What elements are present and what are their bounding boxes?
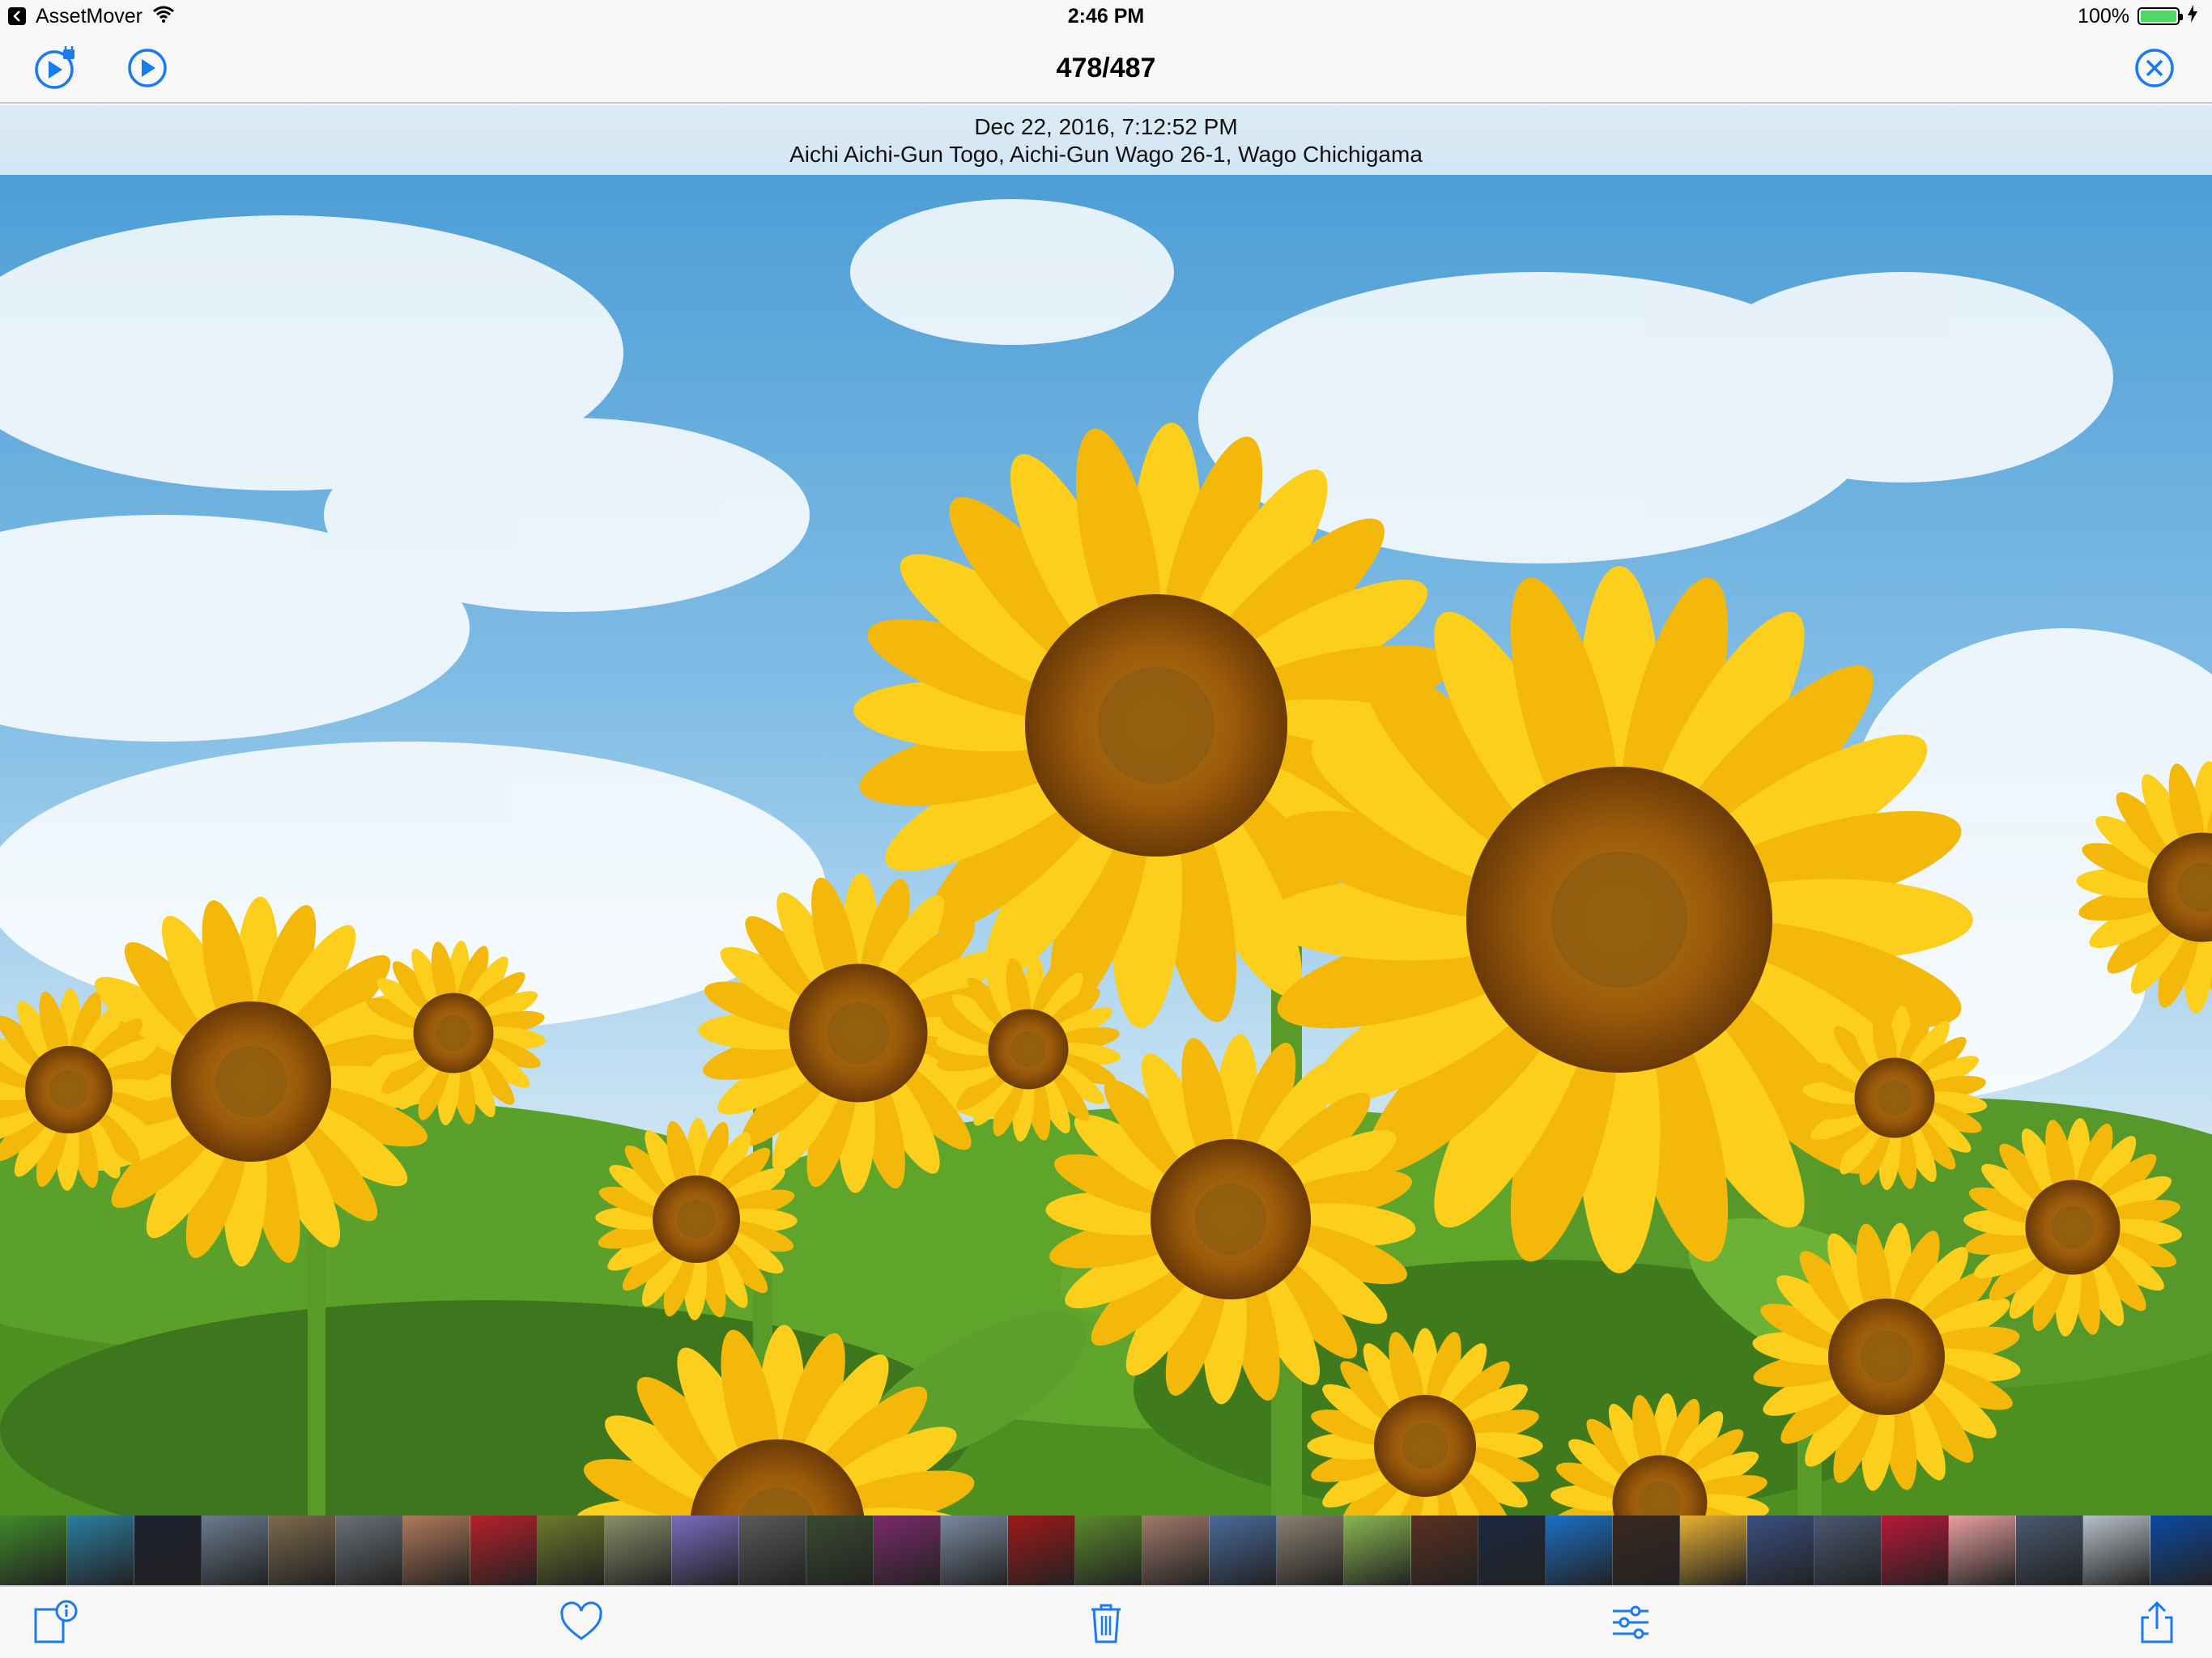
back-to-app-icon[interactable] [8, 7, 26, 25]
close-icon [2135, 49, 2174, 87]
status-time: 2:46 PM [1067, 5, 1145, 28]
sunflower [595, 1118, 798, 1320]
status-left: AssetMover [8, 0, 175, 32]
back-app-name[interactable]: AssetMover [36, 0, 143, 32]
thumbnail[interactable] [1478, 1516, 1546, 1585]
photo-illustration [0, 199, 2212, 1516]
thumbnail[interactable] [1546, 1516, 1613, 1585]
wifi-icon [152, 0, 175, 32]
thumbnail[interactable] [1814, 1516, 1882, 1585]
thumbnail[interactable] [269, 1516, 336, 1585]
status-right: 100% [2078, 0, 2197, 32]
trash-icon [1091, 1604, 1121, 1643]
navigation-bar: 478/487 [0, 32, 2212, 104]
thumbnail[interactable] [1008, 1516, 1075, 1585]
thumbnail[interactable] [538, 1516, 605, 1585]
thumbnail[interactable] [1613, 1516, 1680, 1585]
thumbnail[interactable] [470, 1516, 538, 1585]
thumbnail[interactable] [1747, 1516, 1814, 1585]
thumbnail[interactable] [739, 1516, 806, 1585]
thumbnail[interactable] [67, 1516, 134, 1585]
battery-fill [2141, 11, 2176, 22]
thumbnail[interactable] [2150, 1516, 2212, 1585]
thumbnail[interactable] [1411, 1516, 1478, 1585]
thumbnail[interactable] [941, 1516, 1008, 1585]
thumbnail[interactable] [806, 1516, 874, 1585]
battery-icon [2138, 7, 2183, 25]
charging-icon [2188, 0, 2197, 32]
photo-viewer-screen: AssetMover 2:46 PM 100% 478/487 Dec 22, … [0, 0, 2212, 1658]
thumbnail[interactable] [2016, 1516, 2083, 1585]
photo-date: Dec 22, 2016, 7:12:52 PM [974, 114, 1238, 139]
thumbnail[interactable] [1075, 1516, 1142, 1585]
thumbnail[interactable] [1680, 1516, 1747, 1585]
thumbnail[interactable] [336, 1516, 403, 1585]
info-icon [34, 1600, 78, 1643]
info-button[interactable] [31, 1598, 79, 1647]
thumbnail[interactable] [2083, 1516, 2150, 1585]
thumbnail[interactable] [1344, 1516, 1411, 1585]
thumbnail-strip[interactable] [0, 1516, 2212, 1585]
photo-location: Aichi Aichi-Gun Togo, Aichi-Gun Wago 26-… [789, 142, 1423, 167]
page-counter-title: 478/487 [1056, 53, 1156, 83]
battery-percent: 100% [2078, 5, 2129, 28]
sunflower-field-photo[interactable] [0, 175, 2212, 1516]
thumbnail[interactable] [605, 1516, 672, 1585]
thumbnail[interactable] [1210, 1516, 1277, 1585]
thumbnail[interactable] [134, 1516, 202, 1585]
close-button[interactable] [2133, 46, 2176, 90]
thumbnail[interactable] [1949, 1516, 2016, 1585]
thumbnail[interactable] [202, 1516, 269, 1585]
thumbnail[interactable] [1142, 1516, 1210, 1585]
share-icon [2141, 1601, 2173, 1643]
delete-button[interactable] [1082, 1598, 1130, 1647]
thumbnail[interactable] [874, 1516, 941, 1585]
photo-info-bar: Dec 22, 2016, 7:12:52 PM Aichi Aichi-Gun… [0, 105, 2212, 175]
thumbnail[interactable] [1882, 1516, 1949, 1585]
favorite-button[interactable] [557, 1598, 606, 1647]
thumbnail[interactable] [0, 1516, 67, 1585]
adjust-button[interactable] [1606, 1598, 1655, 1647]
heart-icon [560, 1601, 602, 1640]
share-button[interactable] [2133, 1598, 2181, 1647]
thumbnail[interactable] [403, 1516, 470, 1585]
bottom-toolbar [0, 1585, 2212, 1658]
thumbnail[interactable] [1277, 1516, 1344, 1585]
status-bar: AssetMover 2:46 PM 100% [0, 0, 2212, 32]
thumbnail[interactable] [672, 1516, 739, 1585]
sliders-icon [1613, 1605, 1648, 1639]
